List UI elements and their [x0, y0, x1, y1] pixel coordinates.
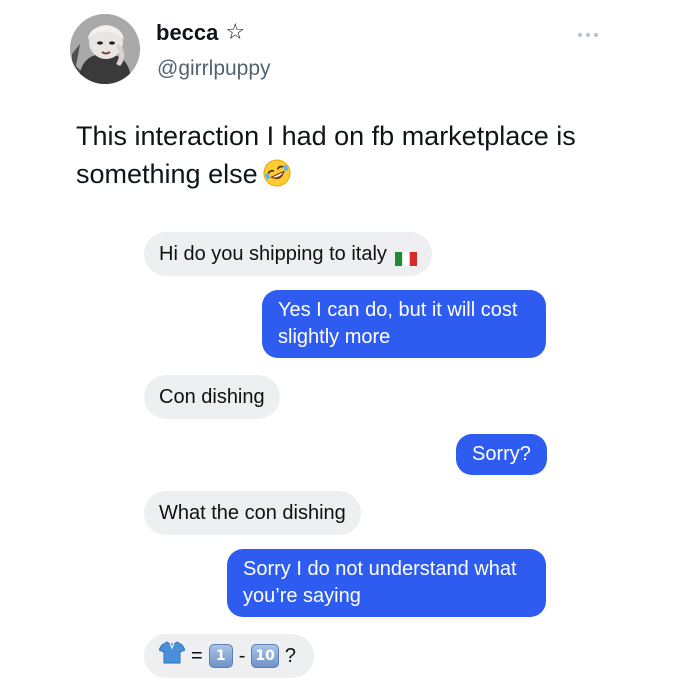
message-text: Con dishing: [159, 385, 265, 408]
message-outgoing[interactable]: Yes I can do, but it will cost slightly …: [262, 290, 546, 358]
emoji-symbol: =: [191, 644, 203, 667]
display-name[interactable]: becca: [156, 20, 218, 46]
tweet-body: This interaction I had on fb marketplace…: [76, 121, 576, 189]
avatar[interactable]: [70, 14, 140, 84]
message-incoming[interactable]: Hi do you shipping to italy: [144, 232, 432, 276]
message-text: Hi do you shipping to italy: [159, 242, 387, 265]
keycap-one-icon: 1: [208, 644, 233, 668]
user-handle[interactable]: @girrlpuppy: [157, 57, 271, 81]
italy-flag-icon: [394, 247, 417, 266]
tweet-text: This interaction I had on fb marketplace…: [76, 117, 656, 193]
emoji-symbol: -: [238, 644, 246, 667]
message-outgoing[interactable]: Sorry I do not understand what you’re sa…: [227, 549, 546, 617]
star-outline-icon: ☆: [225, 20, 246, 45]
rolling-on-floor-laughing-icon: [262, 158, 292, 188]
message-outgoing[interactable]: Sorry?: [456, 434, 547, 475]
message-text: What the con dishing: [159, 501, 346, 524]
more-dots-icon[interactable]: [578, 30, 604, 40]
message-incoming[interactable]: What the con dishing: [144, 491, 361, 535]
avatar-photo: [70, 14, 140, 84]
author-row: becca ☆: [156, 20, 245, 46]
message-text: Sorry?: [472, 443, 531, 465]
keycap-ten-icon: 10: [251, 644, 279, 668]
emoji-symbol: ?: [284, 644, 296, 667]
message-incoming[interactable]: Con dishing: [144, 375, 280, 419]
message-incoming[interactable]: = 1 - 10 ?: [144, 634, 314, 678]
message-text: Yes I can do, but it will cost slightly …: [278, 299, 518, 348]
message-text: Sorry I do not understand what you’re sa…: [243, 558, 517, 607]
tshirt-icon: [158, 640, 186, 672]
